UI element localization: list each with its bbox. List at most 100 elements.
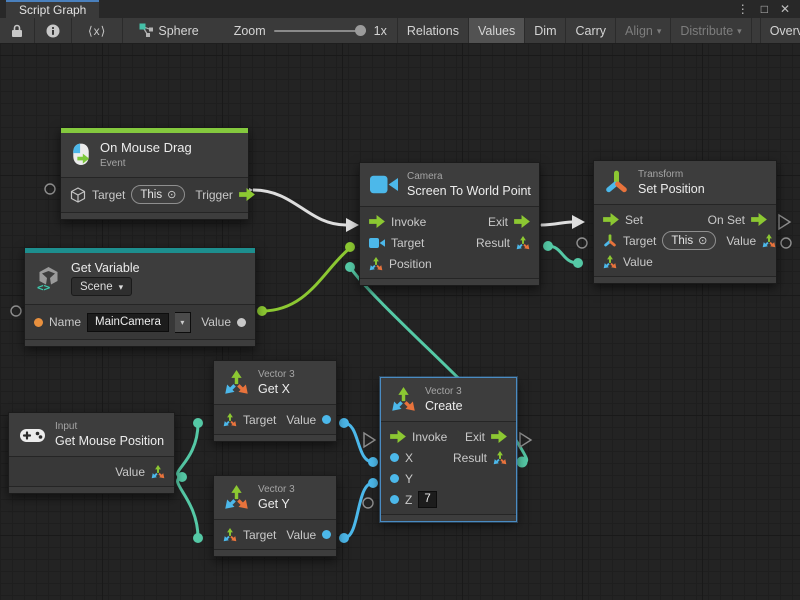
node-create-vector3[interactable]: Vector 3 Create Invoke Exit [380, 377, 517, 522]
unconnected-port-indicator [577, 238, 587, 248]
node-header: On Mouse Drag Event [61, 133, 248, 178]
code-icon: ⟨x⟩ [88, 24, 106, 38]
vector3-icon [224, 370, 249, 395]
port-row: Target Value [214, 409, 336, 430]
zoom-slider-handle[interactable] [355, 25, 366, 36]
node-category: Vector 3 [258, 369, 295, 380]
z-port[interactable] [390, 495, 399, 504]
node-get-x[interactable]: Vector 3 Get X Target Value [213, 360, 337, 442]
port-row: Set On Set [594, 209, 776, 230]
chevron-down-icon: ▾ [119, 282, 124, 293]
vector3-port-icon[interactable] [603, 255, 617, 269]
connection-gety-y[interactable] [344, 483, 373, 538]
gamepad-icon [19, 426, 46, 444]
vector3-port-icon[interactable] [493, 451, 507, 465]
connection-mouse-getx[interactable] [178, 423, 198, 477]
target-this-chip[interactable]: This ⊙ [662, 231, 716, 250]
node-category: Camera [407, 171, 531, 182]
node-on-mouse-drag[interactable]: On Mouse Drag Event Target This ⊙ [60, 127, 249, 220]
close-icon[interactable]: ✕ [780, 0, 790, 18]
x-port[interactable] [390, 453, 399, 462]
connection-exit-set[interactable] [541, 222, 572, 225]
value-port[interactable] [322, 415, 331, 424]
flow-wire-arrowhead [572, 215, 585, 229]
menu-icon[interactable]: ⋮ [737, 0, 749, 18]
values-toggle[interactable]: Values [469, 18, 525, 43]
port-row: Z 7 [381, 489, 516, 510]
zoom-control: Zoom 1x [208, 18, 398, 43]
graph-toolbar: ⟨x⟩ Sphere Zoom 1x Relations Values Dim … [0, 18, 800, 44]
value-port[interactable] [322, 530, 331, 539]
vector3-port-icon[interactable] [223, 413, 237, 427]
align-dropdown[interactable]: Align ▾ [616, 18, 671, 43]
lock-icon [11, 24, 23, 38]
port-row: Target This ⊙ Trigger [61, 182, 248, 208]
connection-mouse-gety[interactable] [178, 477, 198, 538]
camera-port-icon[interactable] [369, 237, 385, 249]
vector3-port-icon[interactable] [223, 528, 237, 542]
variable-name-field[interactable]: MainCamera [87, 313, 169, 332]
flow-out-port[interactable] [751, 213, 767, 226]
node-header: Vector 3 Get Y [214, 476, 336, 520]
connection-result-value[interactable] [548, 246, 578, 263]
name-port[interactable] [34, 318, 43, 327]
info-button[interactable] [35, 18, 72, 43]
connection-trigger-invoke[interactable] [253, 190, 346, 225]
target-this-chip[interactable]: This ⊙ [131, 185, 185, 204]
node-title: Get Mouse Position [55, 434, 164, 448]
distribute-dropdown[interactable]: Distribute ▾ [671, 18, 751, 43]
overview-button[interactable]: Overview [760, 18, 800, 43]
vector3-port-icon[interactable] [762, 234, 776, 248]
code-preview-button[interactable]: ⟨x⟩ [72, 18, 123, 43]
graph-canvas[interactable]: On Mouse Drag Event Target This ⊙ [0, 43, 800, 600]
variable-scope-dropdown[interactable]: Scene ▾ [71, 277, 132, 296]
flow-in-port[interactable] [369, 215, 385, 228]
node-title: Screen To World Point [407, 184, 531, 198]
node-set-position[interactable]: Transform Set Position Set On Set [593, 160, 777, 284]
unconnected-flow-indicator [520, 433, 531, 447]
flow-in-port[interactable] [390, 430, 406, 443]
flow-out-port[interactable] [514, 215, 530, 228]
flow-out-port[interactable] [491, 430, 507, 443]
y-port[interactable] [390, 474, 399, 483]
port-row: Invoke Exit [381, 426, 516, 447]
unconnected-port-indicator [45, 184, 55, 194]
tab-script-graph[interactable]: Script Graph [6, 0, 99, 18]
vector3-port-icon[interactable] [369, 257, 383, 271]
unconnected-port-indicator [781, 238, 791, 248]
carry-toggle[interactable]: Carry [566, 18, 616, 43]
vector3-port-icon[interactable] [516, 236, 530, 250]
z-value-field[interactable]: 7 [418, 491, 436, 508]
wire-endpoint [368, 478, 378, 488]
node-get-mouse-position[interactable]: Input Get Mouse Position Value [8, 412, 175, 494]
zoom-label: Zoom [234, 24, 266, 38]
node-screen-to-world-point[interactable]: Camera Screen To World Point Invoke Exit [359, 162, 540, 286]
object-picker-icon: ⊙ [167, 188, 176, 201]
wire-endpoint [339, 533, 349, 543]
vector3-port-icon[interactable] [151, 465, 165, 479]
gameobject-icon [70, 187, 86, 203]
relations-toggle[interactable]: Relations [398, 18, 469, 43]
graph-owner-button[interactable]: Sphere [123, 18, 207, 43]
node-title: On Mouse Drag [100, 141, 192, 156]
wire-endpoint [193, 418, 203, 428]
zoom-slider[interactable] [274, 18, 366, 43]
maximize-icon[interactable]: □ [761, 0, 768, 18]
node-get-y[interactable]: Vector 3 Get Y Target Value [213, 475, 337, 557]
transform-port-icon[interactable] [603, 234, 617, 248]
flow-in-port[interactable] [603, 213, 619, 226]
dim-toggle[interactable]: Dim [525, 18, 566, 43]
node-title: Create [425, 399, 463, 413]
flow-wire-arrowhead [346, 218, 359, 232]
node-get-variable[interactable]: Get Variable Scene ▾ Name MainCamera▾ Va [24, 247, 256, 347]
variable-name-dropdown[interactable]: ▾ [175, 312, 191, 333]
value-port[interactable] [237, 318, 246, 327]
name-port-label: Name [49, 315, 81, 329]
unconnected-port-indicator [11, 306, 21, 316]
lock-button[interactable] [0, 18, 35, 43]
node-footer [214, 434, 336, 441]
connection-getx-x[interactable] [344, 423, 373, 462]
flow-out-port[interactable] [239, 188, 255, 201]
node-footer [594, 276, 776, 283]
connection-variable-target[interactable] [262, 248, 350, 311]
